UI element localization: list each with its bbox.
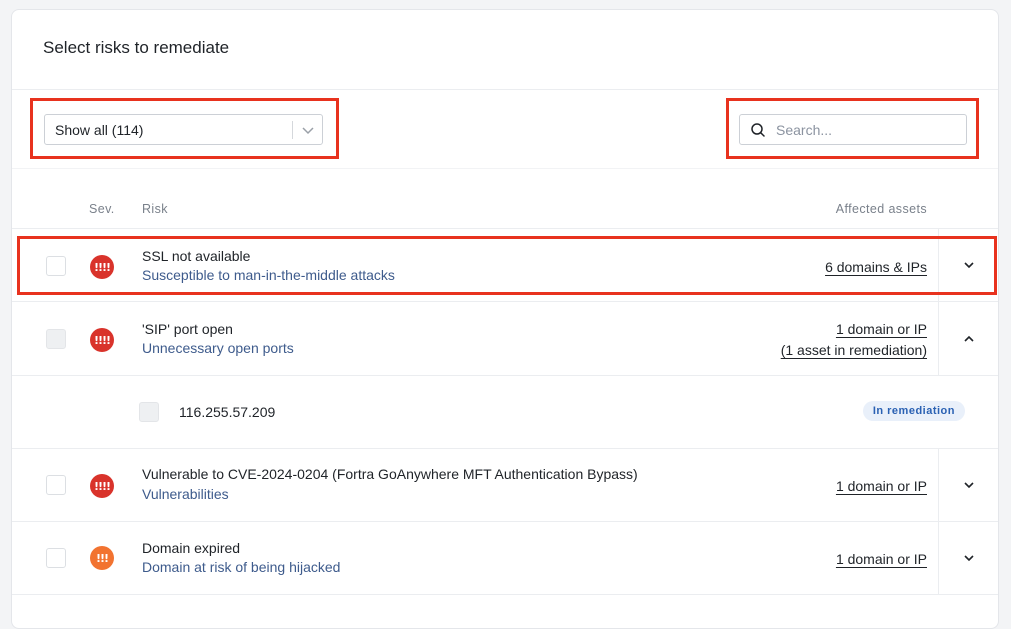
search-input[interactable] [776,121,956,138]
search-icon [740,122,776,138]
row-checkbox[interactable] [46,475,66,495]
column-header-affected-assets: Affected assets [835,202,927,216]
asset-checkbox[interactable] [139,402,159,422]
risk-filter-value: Show all (114) [55,121,144,138]
risk-title: Domain expired [142,540,241,556]
risk-filter-select[interactable]: Show all (114) [44,114,323,145]
column-header-severity: Sev. [89,202,115,216]
chevron-down-icon [963,482,974,489]
collapse-row-button[interactable] [938,302,998,375]
affected-assets-link[interactable]: 1 domain or IP [836,321,927,337]
severity-critical-icon: !!!! [90,255,114,279]
search-box[interactable] [739,114,967,145]
risk-category: Domain at risk of being hijacked [142,559,341,575]
expand-row-button[interactable] [938,522,998,594]
remediation-panel: Select risks to remediate Show all (114)… [11,9,999,629]
row-checkbox[interactable] [46,256,66,276]
chevron-down-icon [963,555,974,562]
toolbar-divider [12,168,998,169]
status-badge: In remediation [862,401,965,421]
risk-category: Unnecessary open ports [142,340,294,356]
risk-title: SSL not available [142,248,251,264]
child-asset-row[interactable]: 116.255.57.209 In remediation [12,376,998,448]
row-checkbox[interactable] [46,329,66,349]
affected-assets-link[interactable]: 1 domain or IP [836,551,927,567]
table-row[interactable]: !!! Domain expired Domain at risk of bei… [12,522,998,594]
expand-row-button[interactable] [938,449,998,521]
chevron-up-icon [963,335,974,342]
severity-high-icon: !!! [90,546,114,570]
affected-assets-link[interactable]: 6 domains & IPs [825,259,927,275]
column-header-risk: Risk [142,202,168,216]
severity-critical-icon: !!!! [90,328,114,352]
affected-assets-link[interactable]: 1 domain or IP [836,478,927,494]
risk-category: Vulnerabilities [142,486,229,502]
chevron-down-icon[interactable] [293,123,322,137]
row-checkbox[interactable] [46,548,66,568]
chevron-down-icon [963,262,974,269]
header-divider [12,89,998,90]
row-divider [12,594,998,595]
table-row[interactable]: !!!! 'SIP' port open Unnecessary open po… [12,302,998,375]
table-row[interactable]: !!!! SSL not available Susceptible to ma… [12,229,998,301]
asset-ip: 116.255.57.209 [179,404,276,420]
risk-category: Susceptible to man-in-the-middle attacks [142,267,395,283]
expand-row-button[interactable] [938,229,998,301]
table-row[interactable]: !!!! Vulnerable to CVE-2024-0204 (Fortra… [12,449,998,521]
risk-title: Vulnerable to CVE-2024-0204 (Fortra GoAn… [142,466,638,482]
severity-critical-icon: !!!! [90,474,114,498]
risk-title: 'SIP' port open [142,321,233,337]
assets-in-remediation-link[interactable]: (1 asset in remediation) [781,342,927,358]
page-title: Select risks to remediate [43,38,230,57]
